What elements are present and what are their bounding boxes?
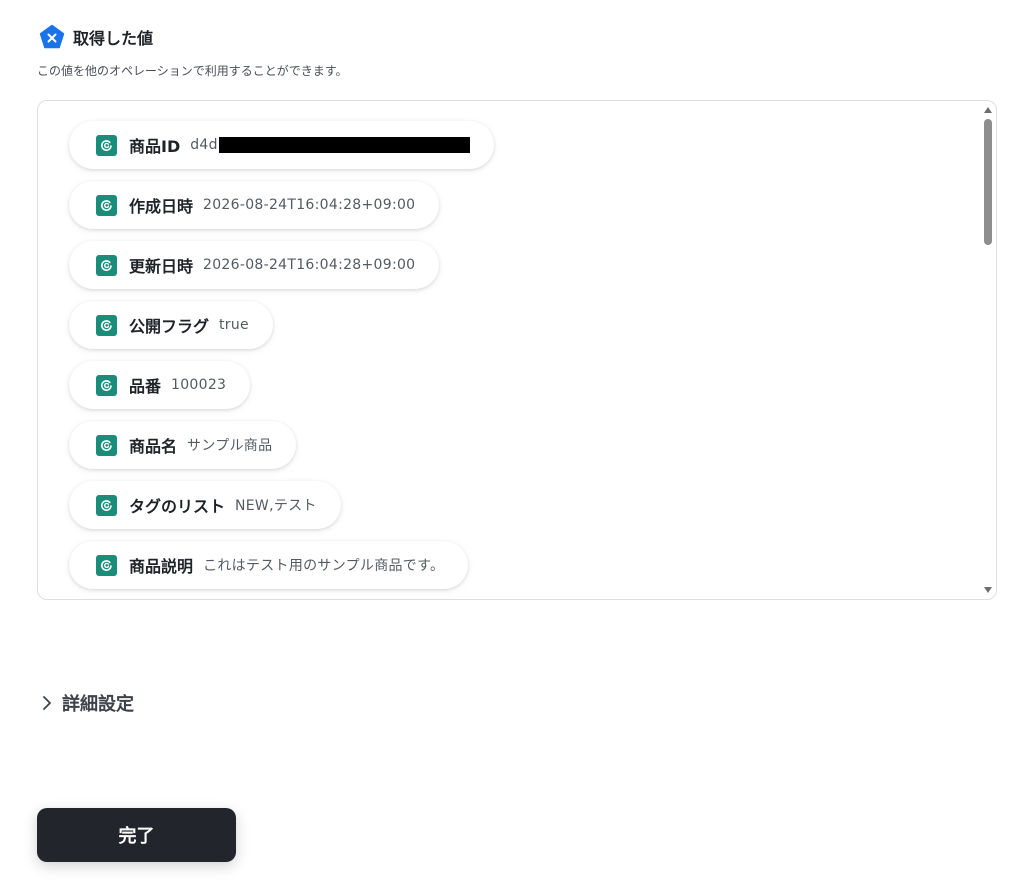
chevron-right-icon: [43, 696, 51, 710]
scroll-up-arrow-icon[interactable]: [984, 107, 992, 113]
variable-icon: [96, 314, 117, 336]
variable-icon: [96, 494, 117, 516]
chip-value: これはテスト用のサンプル商品です。: [203, 558, 445, 574]
chip-label: 商品名: [129, 437, 178, 456]
value-chip-created-at[interactable]: 作成日時 2026-08-24T16:04:28+09:00: [69, 181, 440, 229]
chip-value: d4d: [190, 137, 470, 153]
variable-icon: [96, 254, 117, 276]
chip-label: 品番: [129, 377, 162, 396]
chip-label: 商品ID: [129, 137, 181, 156]
chip-label: 更新日時: [129, 257, 194, 276]
variable-icon: [96, 194, 117, 216]
values-list: 商品ID d4d 作成日時 2026-08-24T16:04:28+09:00 …: [69, 121, 494, 599]
value-chip-published-flag[interactable]: 公開フラグ true: [69, 301, 273, 349]
chip-value: 2026-08-24T16:04:28+09:00: [203, 257, 416, 273]
done-button[interactable]: 完了: [37, 808, 236, 862]
chip-label: タグのリスト: [129, 497, 226, 516]
section-title: 取得した値: [73, 29, 154, 48]
scroll-down-arrow-icon[interactable]: [984, 587, 992, 593]
section-description: この値を他のオペレーションで利用することができます。: [37, 64, 348, 78]
chip-value: 100023: [171, 377, 227, 393]
variable-icon: [96, 134, 117, 156]
values-list-panel[interactable]: 商品ID d4d 作成日時 2026-08-24T16:04:28+09:00 …: [37, 100, 997, 600]
redaction-bar: [218, 137, 470, 153]
value-chip-product-description[interactable]: 商品説明 これはテスト用のサンプル商品です。: [69, 541, 469, 589]
details-settings-toggle[interactable]: 詳細設定: [40, 690, 134, 716]
chip-value: NEW,テスト: [235, 498, 317, 514]
chip-label: 作成日時: [129, 197, 194, 216]
chip-value: 2026-08-24T16:04:28+09:00: [203, 197, 416, 213]
details-settings-label: 詳細設定: [62, 694, 134, 715]
scrollbar-thumb[interactable]: [984, 119, 992, 245]
chip-label: 公開フラグ: [129, 317, 210, 336]
variable-icon: [96, 434, 117, 456]
scrollbar[interactable]: [980, 101, 996, 599]
value-chip-product-id[interactable]: 商品ID d4d: [69, 121, 494, 169]
chip-value: サンプル商品: [187, 438, 273, 454]
variable-icon: [96, 554, 117, 576]
variable-icon: [96, 374, 117, 396]
chip-value: true: [219, 317, 249, 333]
section-header: 取得した値: [39, 24, 153, 50]
value-chip-tag-list[interactable]: タグのリスト NEW,テスト: [69, 481, 341, 529]
chip-label: 商品説明: [129, 557, 194, 576]
x-pentagon-icon: [39, 24, 65, 49]
value-chip-product-name[interactable]: 商品名 サンプル商品: [69, 421, 297, 469]
value-chip-updated-at[interactable]: 更新日時 2026-08-24T16:04:28+09:00: [69, 241, 440, 289]
value-chip-item-number[interactable]: 品番 100023: [69, 361, 251, 409]
